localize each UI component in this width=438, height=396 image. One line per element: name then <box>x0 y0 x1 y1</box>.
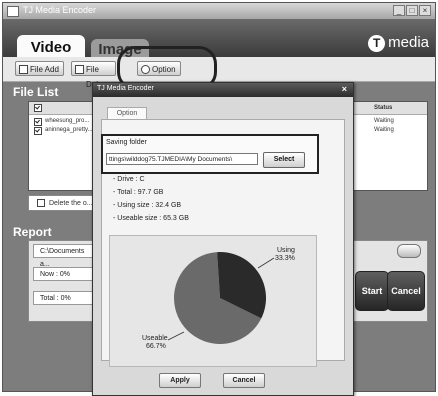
delete-option-row: Delete the o... <box>28 195 98 211</box>
start-button[interactable]: Start <box>355 271 389 311</box>
output-path-field[interactable]: C:\Documents a... <box>33 244 95 268</box>
row-checkbox[interactable] <box>34 118 42 126</box>
using-percent: 33.3% <box>275 255 295 262</box>
browse-arrows-icon[interactable] <box>397 244 421 258</box>
window-title: TJ Media Encoder <box>23 5 97 15</box>
file-name: aninnega_pretty... <box>45 127 93 133</box>
app-header: Video Image Tmedia <box>3 19 435 61</box>
app-icon <box>7 6 19 17</box>
file-add-button[interactable]: File Add <box>15 61 64 76</box>
file-name: wheesung_pro... <box>45 118 90 124</box>
logo-mark-icon: T <box>368 34 386 52</box>
dialog-close-icon[interactable]: × <box>342 84 347 94</box>
file-del-icon <box>75 65 84 74</box>
dialog-titlebar: TJ Media Encoder × <box>93 83 353 97</box>
file-add-label: File Add <box>30 65 59 74</box>
using-label: Using <box>277 247 295 254</box>
delete-original-label: Delete the o... <box>49 200 93 207</box>
file-list-title: File List <box>13 85 59 99</box>
window-titlebar: TJ Media Encoder _ □ × <box>3 3 435 20</box>
disk-usage-pie-panel: Using 33.3% Useable 66.7% <box>109 235 317 367</box>
cancel-button[interactable]: Cancel <box>387 271 425 311</box>
total-progress: Total : 0% <box>33 291 93 305</box>
file-del-button[interactable]: File Del <box>71 61 116 89</box>
file-status: Waiting <box>374 127 394 133</box>
maximize-icon[interactable]: □ <box>406 5 418 16</box>
logo-text: media <box>388 34 429 51</box>
dialog-title: TJ Media Encoder <box>97 85 154 92</box>
using-size-info: - Using size : 32.4 GB <box>113 202 182 209</box>
status-column-header: Status <box>374 105 393 111</box>
useable-size-info: - Useable size : 65.3 GB <box>113 215 189 222</box>
delete-original-checkbox[interactable] <box>37 199 45 207</box>
saving-folder-group: Saving folder ttings\wilddog75.TJMEDIA\M… <box>101 134 319 174</box>
saving-folder-label: Saving folder <box>106 139 147 146</box>
now-progress: Now : 0% <box>33 267 93 281</box>
apply-button[interactable]: Apply <box>159 373 201 388</box>
dialog-cancel-button[interactable]: Cancel <box>223 373 265 388</box>
select-folder-button[interactable]: Select <box>263 152 305 168</box>
row-checkbox[interactable] <box>34 127 42 135</box>
file-status: Waiting <box>374 118 394 124</box>
file-add-icon <box>19 65 28 74</box>
select-all-checkbox[interactable] <box>34 104 42 112</box>
minimize-icon[interactable]: _ <box>393 5 405 16</box>
total-size-info: - Total : 97.7 GB <box>113 189 164 196</box>
option-dialog: TJ Media Encoder × Option Saving folder … <box>92 82 354 396</box>
drive-info: - Drive : C <box>113 176 145 183</box>
disk-usage-pie-chart: Using 33.3% Useable 66.7% <box>142 247 295 350</box>
using-leader-line <box>257 257 275 269</box>
toolbar: File Add File Del Option <box>3 57 435 89</box>
brand-logo: Tmedia <box>368 34 429 52</box>
useable-leader-line <box>167 331 185 341</box>
close-icon[interactable]: × <box>419 5 431 16</box>
useable-label: Useable <box>142 335 168 342</box>
useable-percent: 66.7% <box>146 343 166 350</box>
report-title: Report <box>13 225 52 239</box>
saving-folder-path-field[interactable]: ttings\wilddog75.TJMEDIA\My Documents\ <box>106 153 258 165</box>
